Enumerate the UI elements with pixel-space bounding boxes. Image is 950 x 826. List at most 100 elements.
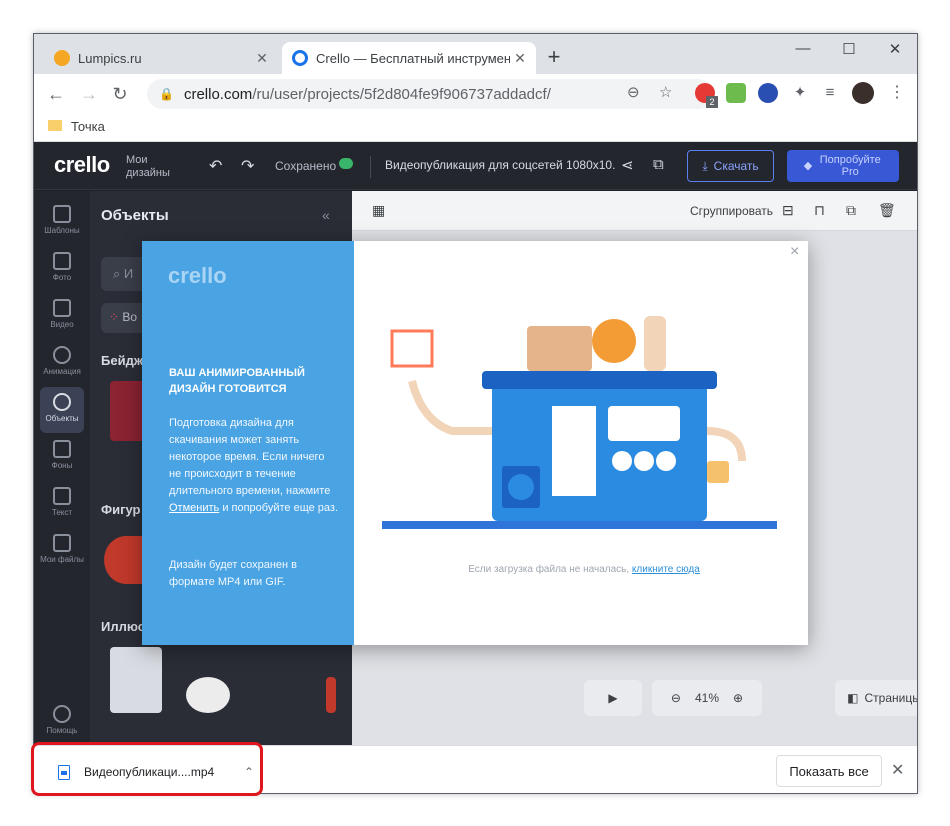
section-illustrations[interactable]: Иллюс [101, 619, 145, 634]
resize-icon[interactable]: ⧉ [653, 156, 664, 173]
address-bar[interactable]: 🔒 crello.com /ru/user/projects/5f2d804fe… [147, 79, 713, 109]
illus-speaker-cone [508, 474, 534, 500]
reading-list-icon[interactable]: ≡ [820, 83, 840, 103]
rail-label: Фоны [51, 461, 73, 470]
rail-templates[interactable]: Шаблоны [34, 199, 90, 245]
modal-hint: Если загрузка файла не началась, кликнит… [374, 564, 794, 575]
text-icon [53, 487, 71, 505]
animation-icon [53, 346, 71, 364]
download-highlight-frame [31, 742, 263, 796]
avatar[interactable] [852, 82, 874, 104]
zoom-out-icon[interactable]: ⊖ [671, 691, 681, 705]
illus-pipe [706, 427, 746, 462]
section-shapes[interactable]: Фигур [101, 502, 141, 517]
illustration-thumbnail[interactable] [110, 647, 162, 713]
section-badges[interactable]: Бейдж [101, 353, 143, 368]
group-button[interactable]: Сгруппировать [690, 204, 773, 218]
reload-button[interactable]: ↻ [108, 82, 132, 106]
close-download-bar-icon[interactable]: ✕ [891, 760, 904, 780]
bookmark-star-icon[interactable]: ☆ [659, 83, 672, 101]
share-icon[interactable]: ⋖ [621, 156, 634, 174]
extension-vpn-icon[interactable] [758, 83, 778, 103]
rail-animation[interactable]: Анимация [34, 340, 90, 386]
tab-crello[interactable]: Crello — Бесплатный инструмент ✕ [282, 42, 536, 74]
rail-photos[interactable]: Фото [34, 246, 90, 292]
download-label: Скачать [713, 159, 759, 173]
tab-title: Lumpics.ru [78, 50, 142, 66]
show-all-button[interactable]: Показать все [776, 755, 882, 787]
extension-music-icon[interactable] [726, 83, 746, 103]
illus-gauge [656, 451, 676, 471]
my-designs-link[interactable]: Мои дизайны [126, 154, 186, 180]
templates-icon [53, 205, 71, 223]
rail-help[interactable]: Помощь [34, 699, 90, 745]
lumpics-favicon-icon [54, 50, 70, 66]
illus-gauge [612, 451, 632, 471]
dots-icon: ⁘ [109, 310, 123, 324]
menu-kebab-icon[interactable]: ⋮ [887, 83, 907, 103]
illus-chart [390, 329, 434, 368]
rail-label: Помощь [46, 726, 78, 735]
tab-title: Crello — Бесплатный инструмент [316, 50, 510, 66]
rail-text[interactable]: Текст [34, 481, 90, 527]
rail-label: Анимация [43, 367, 81, 376]
folder-icon [48, 120, 62, 131]
pages-button[interactable]: ◧ Страницы [835, 680, 917, 716]
back-button[interactable]: ← [44, 82, 68, 106]
transparency-icon[interactable]: ▦ [372, 202, 385, 219]
download-button[interactable]: ⤓ Скачать [687, 150, 774, 182]
illus-machine-top [482, 371, 717, 389]
illus-screen [608, 406, 680, 441]
duplicate-icon[interactable]: ⧉ [846, 202, 856, 219]
saved-status: Сохранено [275, 159, 337, 173]
close-tab-icon[interactable]: ✕ [510, 50, 530, 67]
cancel-link[interactable]: Отменить [169, 502, 219, 514]
diamond-icon: ◆ [803, 160, 813, 172]
illus-chair [644, 316, 666, 371]
rail-video[interactable]: Видео [34, 293, 90, 339]
illus-floor [382, 521, 777, 529]
zoom-level[interactable]: 41% [695, 691, 719, 705]
document-title[interactable]: Видеопубликация для соцсетей 1080x10... [385, 158, 615, 172]
trash-icon[interactable]: 🗑 [878, 202, 896, 219]
bookmark-item[interactable]: Точка [71, 119, 105, 134]
align-icon[interactable]: ⊟ [782, 202, 794, 219]
illus-gauge [634, 451, 654, 471]
maximize-button[interactable]: ☐ [834, 40, 864, 58]
extension-badge: 2 [706, 96, 718, 108]
zoom-icon[interactable]: ⊖ [627, 83, 640, 101]
divider [370, 156, 371, 178]
collapse-panel-icon[interactable]: « [322, 207, 330, 223]
click-here-link[interactable]: кликните сюда [632, 564, 700, 575]
lock-icon[interactable]: ⊓ [814, 202, 825, 219]
redo-icon[interactable]: ↷ [241, 156, 254, 176]
extensions-puzzle-icon[interactable]: ✦ [790, 83, 810, 103]
rail-objects[interactable]: Объекты [40, 387, 84, 433]
minimize-button[interactable]: — [788, 40, 818, 57]
new-tab-button[interactable]: + [542, 46, 566, 70]
zoom-in-icon[interactable]: ⊕ [733, 691, 743, 705]
tab-lumpics[interactable]: Lumpics.ru ✕ [44, 42, 278, 74]
video-icon [53, 299, 71, 317]
close-tab-icon[interactable]: ✕ [252, 50, 272, 67]
modal-heading: ВАШ АНИМИРОВАННЫЙ ДИЗАЙН ГОТОВИТСЯ [169, 367, 305, 395]
try-pro-button[interactable]: ◆ Попробуйте Pro [787, 150, 899, 182]
undo-icon[interactable]: ↶ [209, 156, 222, 176]
modal-info-panel: crello ВАШ АНИМИРОВАННЫЙ ДИЗАЙН ГОТОВИТС… [142, 241, 354, 645]
close-window-button[interactable]: ✕ [880, 40, 910, 58]
modal-close-button[interactable]: × [790, 243, 799, 261]
rail-label: Текст [51, 508, 73, 517]
rail-label: Шаблоны [44, 226, 80, 235]
hint-text: Если загрузка файла не началась, [468, 564, 630, 575]
crello-logo[interactable]: crello [54, 152, 110, 178]
play-button[interactable]: ▶ [584, 680, 642, 716]
illus-pipe [408, 379, 492, 435]
machine-illustration [382, 316, 777, 529]
tab-strip: Lumpics.ru ✕ Crello — Бесплатный инструм… [34, 34, 917, 74]
rail-my-files[interactable]: Мои файлы [34, 528, 90, 574]
illustration-thumbnail[interactable] [326, 677, 336, 713]
url-domain: crello.com [183, 85, 253, 103]
illustration-thumbnail[interactable] [186, 677, 230, 713]
forward-button[interactable]: → [77, 82, 101, 106]
rail-backgrounds[interactable]: Фоны [34, 434, 90, 480]
